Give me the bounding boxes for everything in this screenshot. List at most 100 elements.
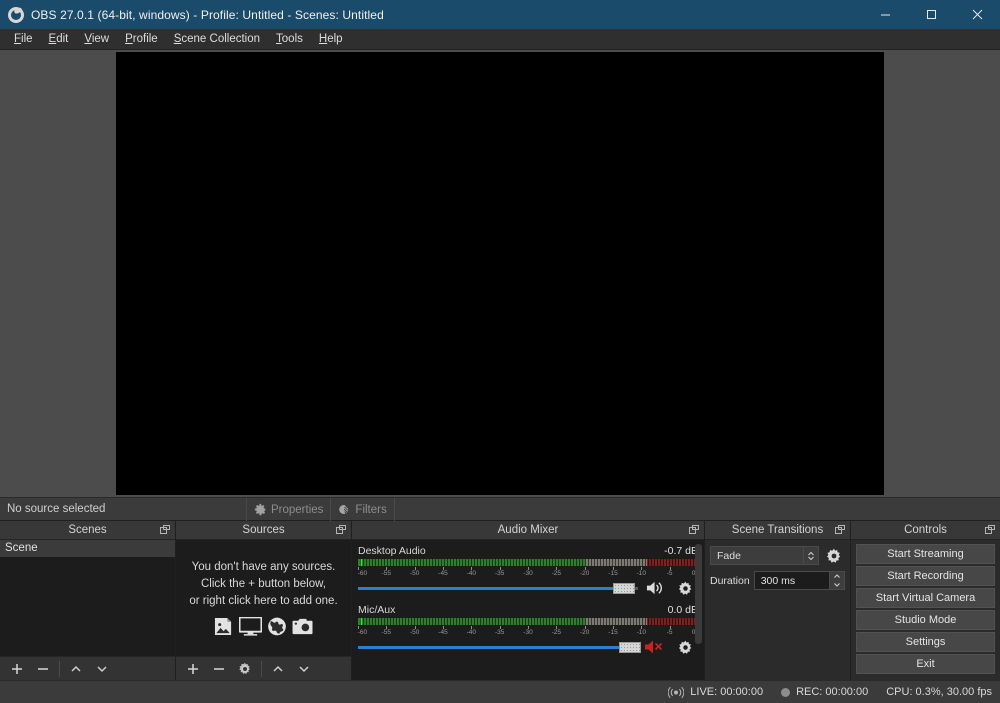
scene-list-item[interactable]: Scene [0, 540, 175, 557]
volume-slider[interactable] [358, 578, 638, 598]
move-scene-down-button[interactable] [89, 658, 115, 680]
studio-mode-button[interactable]: Studio Mode [856, 610, 995, 630]
sources-dock: Sources You don't have any sources. Clic… [176, 521, 352, 680]
move-scene-up-button[interactable] [63, 658, 89, 680]
speaker-on-icon[interactable] [642, 578, 668, 598]
menu-view[interactable]: View [76, 31, 117, 47]
meter-tick-label: -35 [494, 629, 505, 636]
menu-tools[interactable]: Tools [268, 31, 311, 47]
sources-empty-icons [213, 616, 314, 636]
remove-source-button[interactable] [206, 658, 232, 680]
start-virtual-camera-button[interactable]: Start Virtual Camera [856, 588, 995, 608]
meter-tick-label: -30 [523, 629, 533, 636]
mixer-float-icon[interactable] [689, 525, 699, 535]
mixer-track-desktop-audio: Desktop Audio -0.7 dB -60 -55 -50 -45 -40 -35… [358, 545, 699, 598]
properties-button[interactable]: Properties [246, 498, 330, 521]
menu-help[interactable]: Help [311, 31, 351, 47]
menu-help-mnemonic: H [318, 33, 328, 45]
menu-view-rest: iew [91, 33, 110, 45]
scenes-dock-header: Scenes [0, 521, 175, 540]
preview-area[interactable] [0, 50, 1000, 497]
duration-decrement-icon[interactable] [830, 581, 844, 590]
meter-tick-label: -25 [551, 570, 562, 577]
filters-button[interactable]: Filters [330, 498, 395, 521]
status-bar: LIVE: 00:00:00 REC: 00:00:00 CPU: 0.3%, … [0, 680, 1000, 703]
mixer-scrollbar[interactable] [695, 544, 702, 644]
cpu-label: CPU: 0.3%, 30.00 fps [886, 686, 992, 698]
add-scene-button[interactable] [4, 658, 30, 680]
sources-list[interactable]: You don't have any sources. Click the + … [176, 540, 351, 656]
exit-button[interactable]: Exit [856, 654, 995, 674]
source-properties-button[interactable] [232, 658, 258, 680]
meter-gray-segment [584, 559, 647, 566]
track-meter: -60 -55 -50 -45 -40 -35 -30 -25 -20 -15 -10 -5 0 [358, 559, 699, 578]
meter-tick-label: -10 [636, 570, 647, 577]
live-status: LIVE: 00:00:00 [668, 686, 763, 699]
controls-dock: Controls Start Streaming Start Recording… [851, 521, 1000, 680]
sources-float-icon[interactable] [336, 525, 346, 535]
meter-red-segment [646, 559, 698, 566]
scenes-float-icon[interactable] [160, 525, 170, 535]
scenes-list[interactable]: Scene [0, 540, 175, 656]
transition-type-value: Fade [717, 549, 741, 562]
slider-handle[interactable] [613, 583, 635, 594]
move-source-down-button[interactable] [291, 658, 317, 680]
menu-profile[interactable]: Profile [117, 31, 166, 47]
minimize-icon[interactable] [862, 0, 908, 29]
track-name: Desktop Audio [358, 545, 426, 557]
transition-properties-gear-icon[interactable] [823, 548, 845, 564]
controls-float-icon[interactable] [985, 525, 995, 535]
menu-file[interactable]: File [6, 31, 41, 47]
transitions-float-icon[interactable] [835, 525, 845, 535]
menu-view-mnemonic: V [84, 33, 92, 45]
meter-green-segment [358, 618, 585, 625]
meter-tick-label: -25 [551, 629, 562, 636]
add-source-button[interactable] [180, 658, 206, 680]
start-recording-button[interactable]: Start Recording [856, 566, 995, 586]
slider-handle[interactable] [618, 642, 641, 653]
meter-tick-label: -60 [357, 629, 368, 636]
meter-ticks-1: -60 -55 -50 -45 -40 -35 -30 -25 -20 -15 -10 -5 0 [357, 626, 699, 637]
meter-gray-segment [584, 618, 647, 625]
scenes-dock: Scenes Scene [0, 521, 176, 680]
source-toolbar: No source selected Properties Filters [0, 497, 1000, 521]
preview-canvas[interactable] [116, 51, 884, 495]
controls-title: Controls [904, 524, 947, 536]
slider-fill [358, 587, 624, 590]
transition-type-select[interactable]: Fade [710, 546, 819, 565]
gear-icon [254, 503, 266, 516]
mixer-track-mic-aux: Mic/Aux 0.0 dB -60 -55 -50 -45 -40 -35 -30 -25 -… [357, 604, 699, 657]
track-header: Mic/Aux 0.0 dB [358, 604, 698, 616]
duration-stepper-buttons[interactable] [829, 572, 844, 589]
duration-stepper[interactable]: 300 ms [753, 571, 845, 590]
audio-mixer-dock: Audio Mixer Desktop Audio -0.7 dB -60 -5… [352, 521, 705, 680]
transition-select-row: Fade [710, 546, 845, 565]
meter-peak-marker [359, 559, 362, 566]
title-bar: OBS 27.0.1 (64-bit, windows) - Profile: … [0, 0, 1000, 29]
track-meter: -60 -55 -50 -45 -40 -35 -30 -25 -20 -15 -10 -5 0 [357, 618, 699, 637]
maximize-icon[interactable] [908, 0, 954, 29]
settings-button[interactable]: Settings [856, 632, 995, 652]
move-source-up-button[interactable] [265, 658, 291, 680]
menu-bar: File Edit View Profile Scene Collection … [0, 29, 1000, 50]
broadcast-icon [668, 686, 685, 698]
gear-icon [239, 662, 250, 674]
duration-increment-icon[interactable] [830, 572, 844, 581]
track-db-value: -0.7 dB [664, 545, 698, 557]
volume-slider[interactable] [358, 637, 641, 657]
close-icon[interactable] [954, 0, 1000, 29]
chevron-updown-icon[interactable] [803, 547, 818, 564]
sources-toolbar [176, 656, 351, 680]
sources-title: Sources [242, 524, 285, 536]
transitions-title: Scene Transitions [731, 524, 824, 536]
record-dot-icon [781, 687, 791, 697]
start-streaming-button[interactable]: Start Streaming [856, 544, 995, 564]
browser-globe-icon [268, 617, 286, 635]
remove-scene-button[interactable] [30, 658, 56, 680]
duration-value[interactable]: 300 ms [755, 572, 829, 589]
menu-edit[interactable]: Edit [41, 31, 77, 47]
speaker-muted-icon[interactable] [642, 637, 668, 657]
menu-scene-collection-rest: cene Collection [181, 33, 261, 45]
meter-bar [358, 618, 698, 625]
menu-scene-collection[interactable]: Scene Collection [166, 31, 268, 47]
